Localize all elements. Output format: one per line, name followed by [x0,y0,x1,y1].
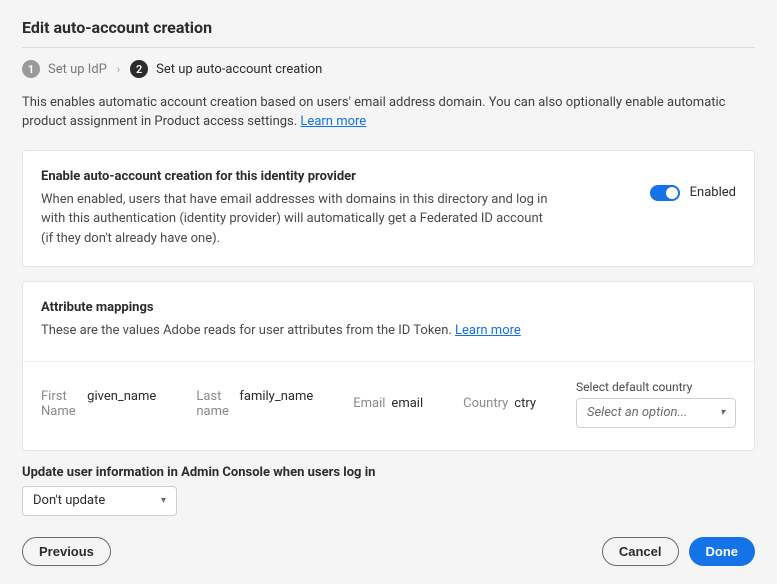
enable-body: When enabled, users that have email addr… [41,190,551,249]
step-number-2: 2 [130,60,148,78]
step-number-1: 1 [22,60,40,78]
attr-last-name-label: Last name [196,389,233,419]
enable-toggle-label: Enabled [690,185,736,200]
attr-body: These are the values Adobe reads for use… [41,323,455,338]
update-select[interactable]: Don't update ▾ [22,486,177,516]
default-country-col: Select default country Select an option.… [576,380,736,428]
step-setup-idp[interactable]: 1 Set up IdP [22,60,107,78]
country-select-label: Select default country [576,380,736,394]
enable-card: Enable auto-account creation for this id… [22,150,755,268]
attr-first-name: First Name given_name [41,389,156,419]
attr-last-name-value: family_name [239,389,313,419]
intro-text: This enables automatic account creation … [22,95,726,129]
previous-button[interactable]: Previous [22,537,111,566]
attr-first-name-value: given_name [87,389,156,419]
step-setup-auto-account: 2 Set up auto-account creation [130,60,322,78]
update-user-info-block: Update user information in Admin Console… [22,465,755,516]
attr-title: Attribute mappings [41,300,736,315]
country-select-value: Select an option... [587,405,687,420]
attr-learn-more-link[interactable]: Learn more [455,323,521,338]
country-select[interactable]: Select an option... ▾ [576,398,736,428]
cancel-button[interactable]: Cancel [602,537,679,566]
attr-email-value: email [391,396,423,411]
chevron-down-icon: ▾ [161,495,166,506]
attr-last-name: Last name family_name [196,389,313,419]
enable-toggle[interactable] [650,185,680,201]
attr-row: First Name given_name Last name family_n… [23,361,754,432]
step-label-2: Set up auto-account creation [156,62,322,77]
attr-first-name-label: First Name [41,389,81,419]
attr-country-value: ctry [514,396,536,411]
update-title: Update user information in Admin Console… [22,465,755,480]
chevron-down-icon: ▾ [720,407,725,418]
attr-email-label: Email [353,396,385,411]
page-title: Edit auto-account creation [22,18,755,48]
edit-auto-account-dialog: Edit auto-account creation 1 Set up IdP … [0,0,777,584]
update-select-value: Don't update [33,493,105,508]
attr-email: Email email [353,396,423,411]
attribute-mappings-card: Attribute mappings These are the values … [22,281,755,451]
learn-more-link[interactable]: Learn more [300,114,366,129]
done-button[interactable]: Done [689,537,756,566]
footer: Previous Cancel Done [22,537,755,566]
intro-text-block: This enables automatic account creation … [22,94,755,132]
stepper: 1 Set up IdP › 2 Set up auto-account cre… [22,60,755,78]
enable-toggle-group: Enabled [650,185,736,201]
attr-body-block: These are the values Adobe reads for use… [41,321,736,341]
attr-country: Country ctry [463,396,536,411]
attr-country-label: Country [463,396,508,411]
enable-title: Enable auto-account creation for this id… [41,169,551,184]
chevron-right-icon: › [117,63,120,76]
toggle-knob-icon [666,187,678,199]
step-label-1: Set up IdP [48,62,107,77]
